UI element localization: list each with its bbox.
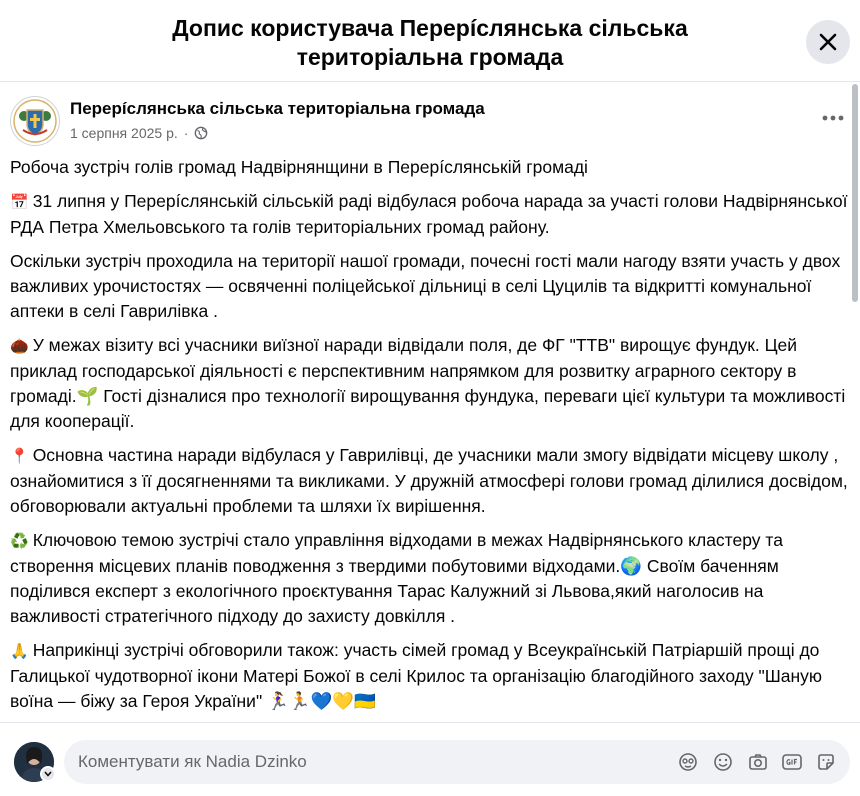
sticker-button[interactable] bbox=[814, 750, 838, 774]
post-header: Перерíслянська сільська територіальна гр… bbox=[0, 82, 860, 150]
close-button[interactable] bbox=[806, 20, 850, 64]
post-paragraph: 🙏 Наприкінці зустрічі обговорили також: у… bbox=[10, 638, 856, 714]
post-paragraph: 📅 31 липня у Перерíслянській сільській ра… bbox=[10, 189, 856, 240]
coat-of-arms-icon bbox=[13, 99, 57, 143]
comment-input[interactable]: Коментувати як Nadia Dzinko bbox=[64, 740, 850, 784]
modal-title-line1: Допис користувача Перерíслянська сільськ… bbox=[172, 15, 688, 41]
calendar-icon: 📅 bbox=[10, 193, 29, 211]
post-meta: 1 серпня 2025 р. · bbox=[70, 125, 208, 141]
sticker-icon bbox=[818, 754, 834, 770]
post-paragraph: Оскільки зустріч проходила на території … bbox=[10, 249, 856, 324]
chevron-down-icon bbox=[44, 771, 52, 777]
post-paragraph-title: Робоча зустріч голів громад Надвірнянщин… bbox=[10, 155, 856, 180]
paragraph-text: Робоча зустріч голів громад Надвірнянщин… bbox=[10, 157, 588, 177]
chestnut-icon: 🌰 bbox=[10, 337, 29, 355]
gif-icon bbox=[782, 754, 802, 770]
paragraph-text: Наприкінці зустрічі обговорили також: уч… bbox=[10, 640, 823, 711]
divider bbox=[0, 722, 860, 723]
post-paragraph: ♻️ Ключовою темою зустрічі стало управлін… bbox=[10, 528, 856, 629]
camera-icon bbox=[749, 754, 767, 770]
more-dots-icon bbox=[822, 115, 844, 121]
close-icon bbox=[819, 33, 837, 51]
post-paragraph: 📍 Основна частина наради відбулася у Гавр… bbox=[10, 443, 856, 519]
photo-button[interactable] bbox=[746, 750, 770, 774]
emoji-button[interactable] bbox=[711, 750, 735, 774]
more-options-button[interactable] bbox=[816, 106, 850, 130]
meta-separator: · bbox=[183, 125, 189, 141]
gif-button[interactable] bbox=[780, 750, 804, 774]
page-avatar[interactable] bbox=[10, 96, 60, 146]
modal-header: Допис користувача Перерíслянська сільськ… bbox=[0, 0, 860, 82]
avatar-sticker-icon bbox=[679, 753, 697, 771]
avatar-sticker-button[interactable] bbox=[676, 750, 700, 774]
paragraph-text: Оскільки зустріч проходила на території … bbox=[10, 251, 841, 321]
paragraph-text: Ключовою темою зустрічі стало управління… bbox=[10, 530, 783, 626]
globe-icon bbox=[195, 126, 208, 140]
account-switch-button[interactable] bbox=[40, 766, 56, 782]
post-body: Робоча зустріч голів громад Надвірнянщин… bbox=[10, 155, 856, 721]
pin-icon: 📍 bbox=[10, 447, 29, 465]
modal-title: Допис користувача Перерíслянська сільськ… bbox=[100, 14, 760, 72]
comment-placeholder: Коментувати як Nadia Dzinko bbox=[78, 752, 307, 771]
modal-title-line2: територіальна громада bbox=[296, 44, 564, 70]
paragraph-text: У межах візиту всі учасники виїзної нара… bbox=[10, 335, 846, 431]
paragraph-text: Основна частина наради відбулася у Гаври… bbox=[10, 445, 848, 516]
post-paragraph: 🌰 У межах візиту всі учасники виїзної нар… bbox=[10, 333, 856, 434]
comment-composer: Коментувати як Nadia Dzinko bbox=[0, 730, 860, 796]
paragraph-text: 31 липня у Перерíслянській сільській рад… bbox=[10, 191, 848, 237]
recycle-icon: ♻️ bbox=[10, 532, 29, 550]
emoji-icon bbox=[714, 753, 732, 771]
post-date[interactable]: 1 серпня 2025 р. bbox=[70, 125, 178, 141]
pray-icon: 🙏 bbox=[10, 642, 29, 660]
page-name-link[interactable]: Перерíслянська сільська територіальна гр… bbox=[70, 99, 485, 119]
